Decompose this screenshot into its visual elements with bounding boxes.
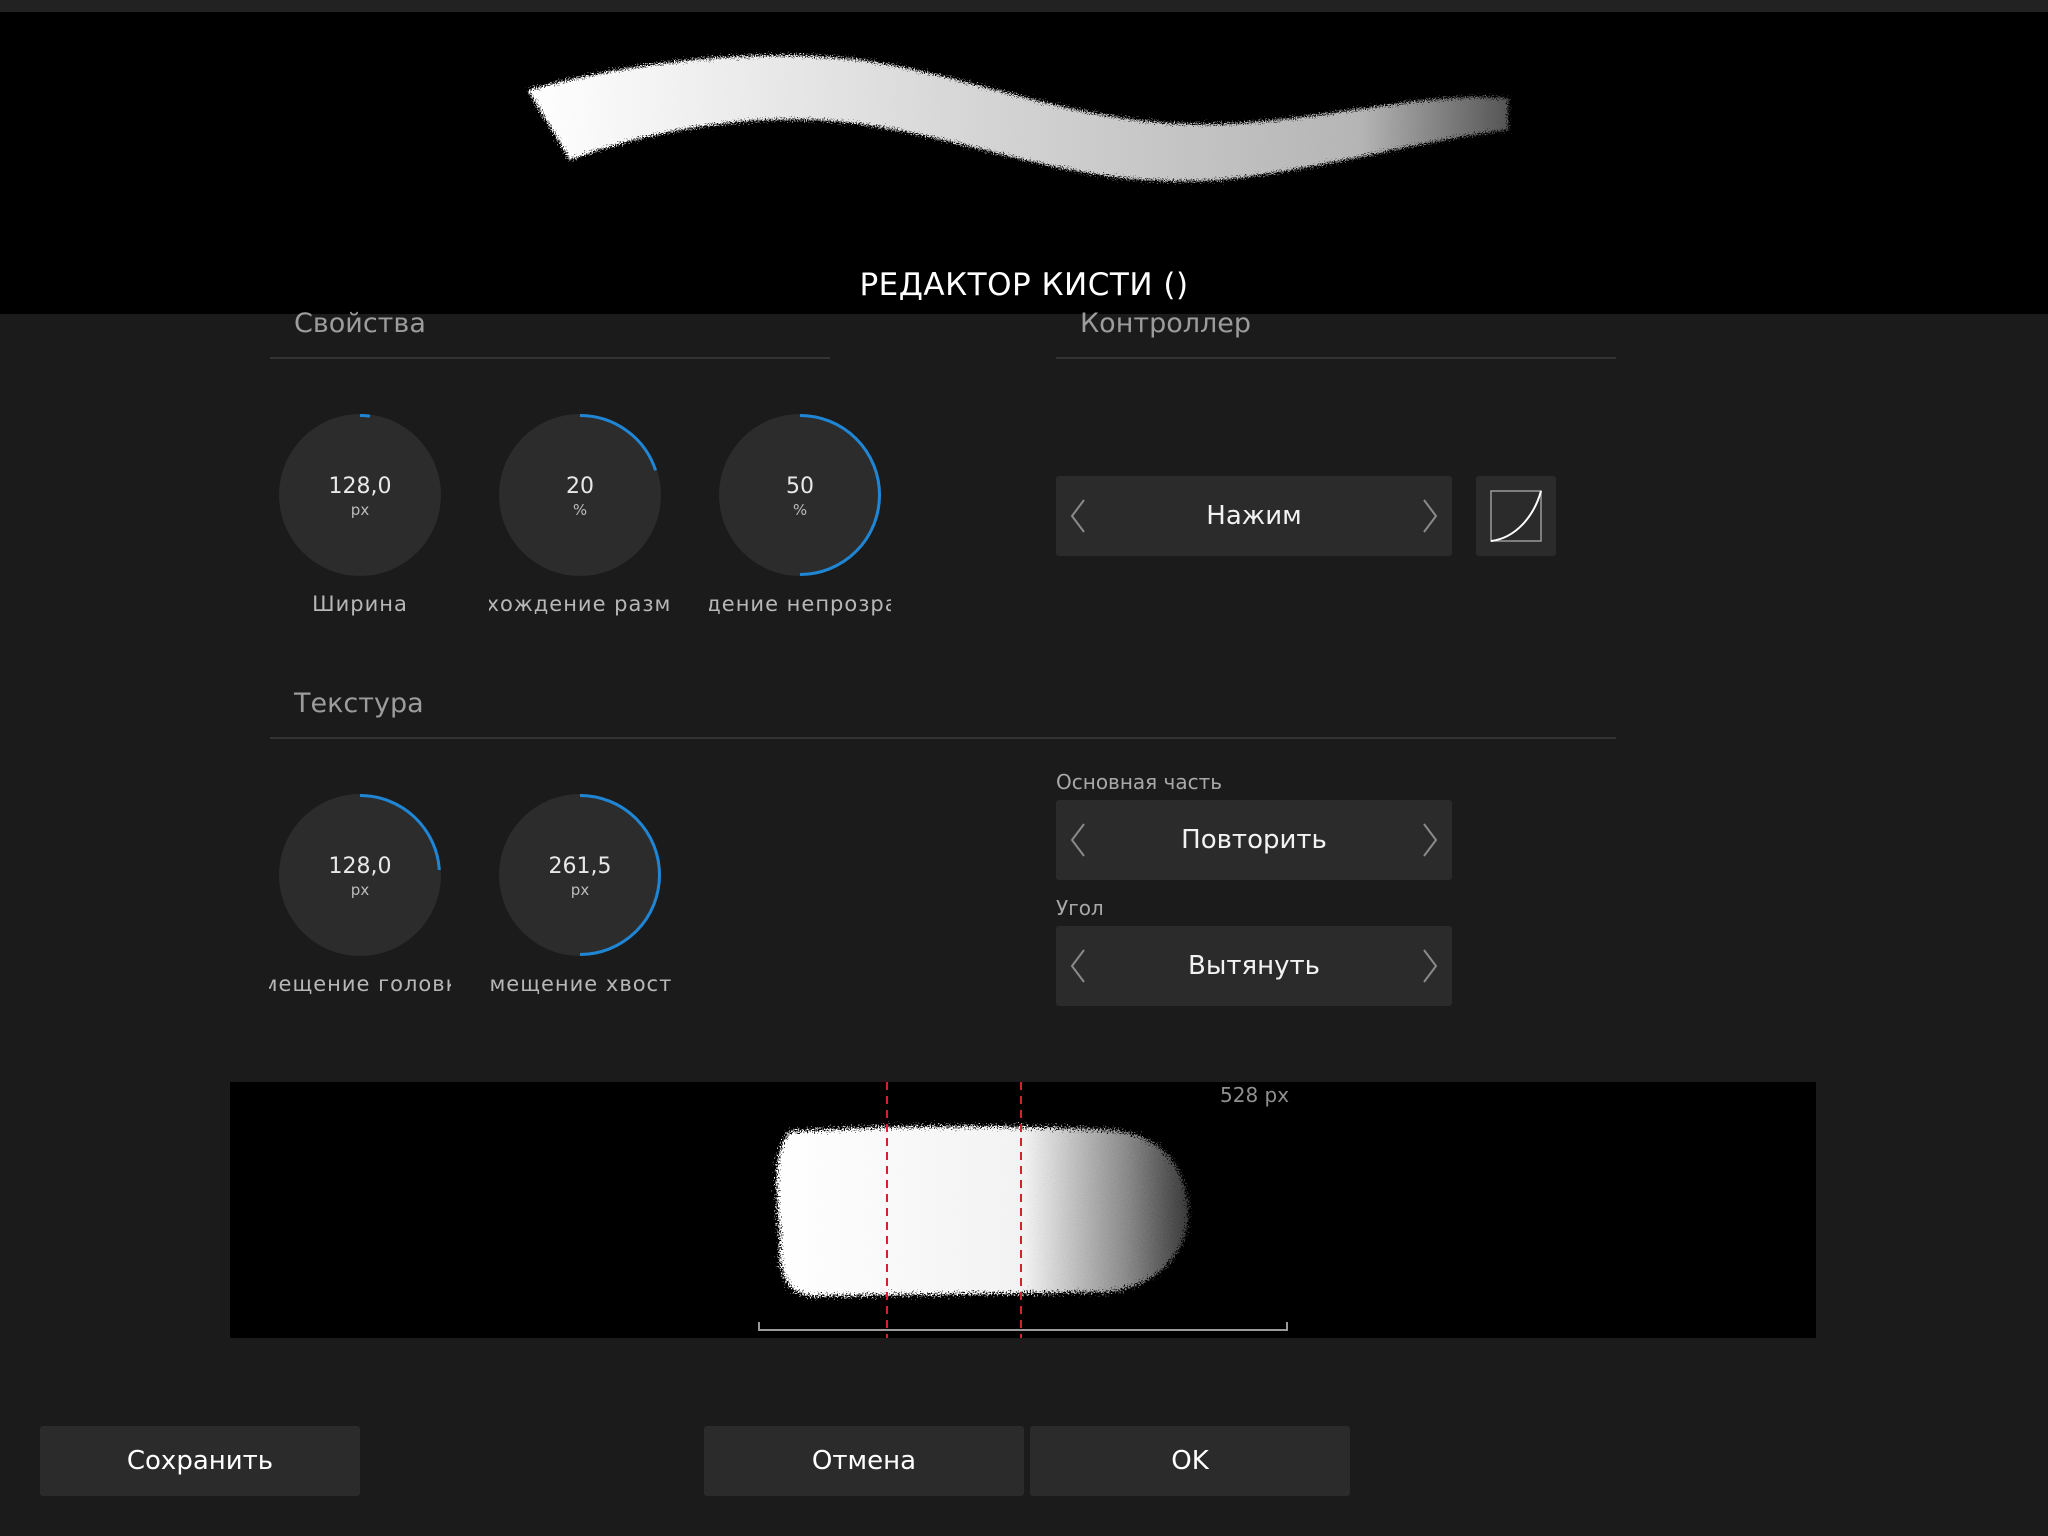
controller-section-title: Контроллер	[1080, 308, 1251, 339]
opacity-jitter-dial[interactable]: 50 %	[719, 414, 881, 576]
size-bracket	[758, 1322, 1288, 1331]
tail-offset-value: 261,5	[548, 854, 612, 879]
texture-section-title: Текстура	[294, 688, 424, 719]
dial-progress-arc	[359, 414, 371, 418]
opacity-jitter-label: Расхождение непрозрачности	[709, 592, 891, 616]
size-jitter-value: 20	[566, 474, 594, 499]
properties-section-title: Свойства	[294, 308, 426, 339]
pressure-selector-label: Нажим	[1206, 501, 1302, 531]
head-offset-dial[interactable]: 128,0 px	[279, 794, 441, 956]
angle-selector[interactable]: Вытянуть	[1056, 926, 1452, 1006]
tail-offset-dial[interactable]: 261,5 px	[499, 794, 661, 956]
angle-label: Угол	[1056, 896, 1104, 920]
pressure-curve-button[interactable]	[1476, 476, 1556, 556]
width-label: Ширина	[312, 592, 408, 616]
chevron-right-icon[interactable]	[1418, 498, 1442, 534]
page-title: РЕДАКТОР КИСТИ ()	[859, 267, 1189, 303]
chevron-right-icon[interactable]	[1418, 822, 1442, 858]
angle-value: Вытянуть	[1187, 951, 1320, 981]
texture-preview-image	[758, 1082, 1288, 1338]
stroke-preview: РЕДАКТОР КИСТИ ()	[0, 12, 2048, 314]
tail-offset-label: Смещение хвоста	[489, 972, 671, 996]
pressure-selector[interactable]: Нажим	[1056, 476, 1452, 556]
opacity-jitter-unit: %	[792, 501, 808, 519]
width-unit: px	[350, 501, 370, 519]
chevron-right-icon[interactable]	[1418, 948, 1442, 984]
main-part-label: Основная часть	[1056, 770, 1223, 794]
texture-size-label: 528 px	[1220, 1083, 1290, 1107]
main-part-selector[interactable]: Повторить	[1056, 800, 1452, 880]
tail-offset-unit: px	[570, 881, 590, 899]
size-jitter-dial[interactable]: 20 %	[499, 414, 661, 576]
save-button[interactable]: Сохранить	[40, 1426, 360, 1496]
texture-divider	[270, 737, 1616, 739]
width-value: 128,0	[328, 474, 392, 499]
controller-divider	[1056, 357, 1616, 359]
size-jitter-label: Расхождение размера	[489, 592, 671, 616]
width-dial[interactable]: 128,0 px	[279, 414, 441, 576]
main-part-value: Повторить	[1181, 825, 1327, 855]
texture-preview	[230, 1082, 1816, 1338]
head-offset-unit: px	[350, 881, 370, 899]
size-jitter-unit: %	[572, 501, 588, 519]
properties-divider	[270, 357, 830, 359]
curve-icon	[1490, 490, 1542, 542]
cancel-button[interactable]: Отмена	[704, 1426, 1024, 1496]
head-offset-value: 128,0	[328, 854, 392, 879]
ok-button[interactable]: OK	[1030, 1426, 1350, 1496]
head-offset-label: Смещение головки	[269, 972, 451, 996]
opacity-jitter-value: 50	[786, 474, 814, 499]
top-strip	[0, 0, 2048, 12]
